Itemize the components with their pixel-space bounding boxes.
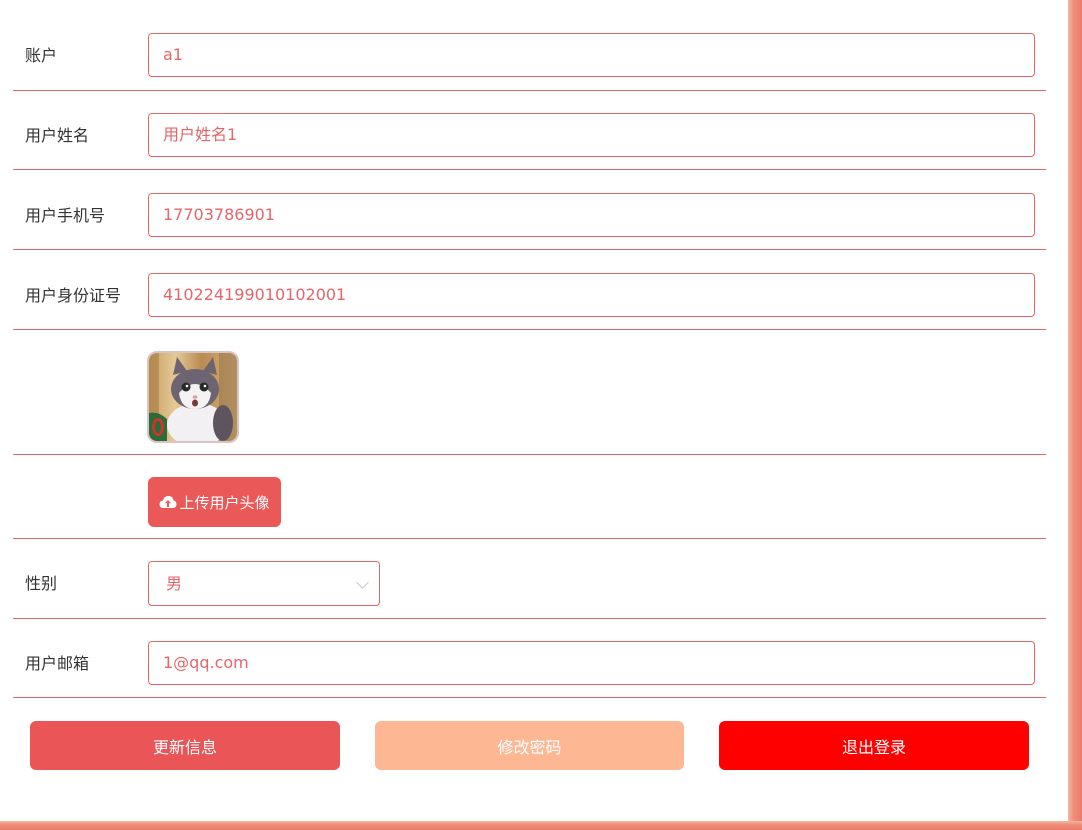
window-frame-right [1068,0,1082,830]
account-label: 账户 [25,46,58,65]
gender-select[interactable]: 男 [148,561,380,606]
email-label: 用户邮箱 [25,654,90,673]
upload-row: 上传用户头像 [13,455,1046,539]
id-card-label: 用户身份证号 [25,286,122,305]
change-password-button[interactable]: 修改密码 [375,721,684,770]
id-card-input[interactable]: 410224199010102001 [148,273,1035,317]
name-label: 用户姓名 [25,126,90,145]
cat-avatar-image-graphic [149,353,237,441]
window-frame-bottom [0,821,1082,830]
account-row: 账户 a1 [13,0,1046,91]
name-row: 用户姓名 用户姓名1 [13,91,1046,170]
upload-avatar-button[interactable]: 上传用户头像 [148,477,281,527]
cat-avatar-image [147,351,239,443]
id-card-row: 用户身份证号 410224199010102001 [13,250,1046,330]
name-input[interactable]: 用户姓名1 [148,113,1035,157]
logout-button[interactable]: 退出登录 [719,721,1029,770]
email-input[interactable]: 1@qq.com [148,641,1035,685]
account-input[interactable]: a1 [148,33,1035,77]
phone-label: 用户手机号 [25,206,106,225]
gender-row: 性别 男 [13,539,1046,619]
user-profile-panel: 账户 a1 用户姓名 用户姓名1 用户手机号 17703786901 用户身份证… [0,0,1068,821]
update-info-button[interactable]: 更新信息 [30,721,340,770]
gender-select-value: 男 [166,574,183,593]
upload-avatar-label: 上传用户头像 [179,493,270,512]
phone-row: 用户手机号 17703786901 [13,170,1046,250]
avatar-row [13,330,1046,455]
phone-input[interactable]: 17703786901 [148,193,1035,237]
email-row: 用户邮箱 1@qq.com [13,619,1046,698]
chevron-down-icon [356,576,369,589]
cloud-upload-icon [159,496,177,508]
gender-label: 性别 [25,574,58,593]
